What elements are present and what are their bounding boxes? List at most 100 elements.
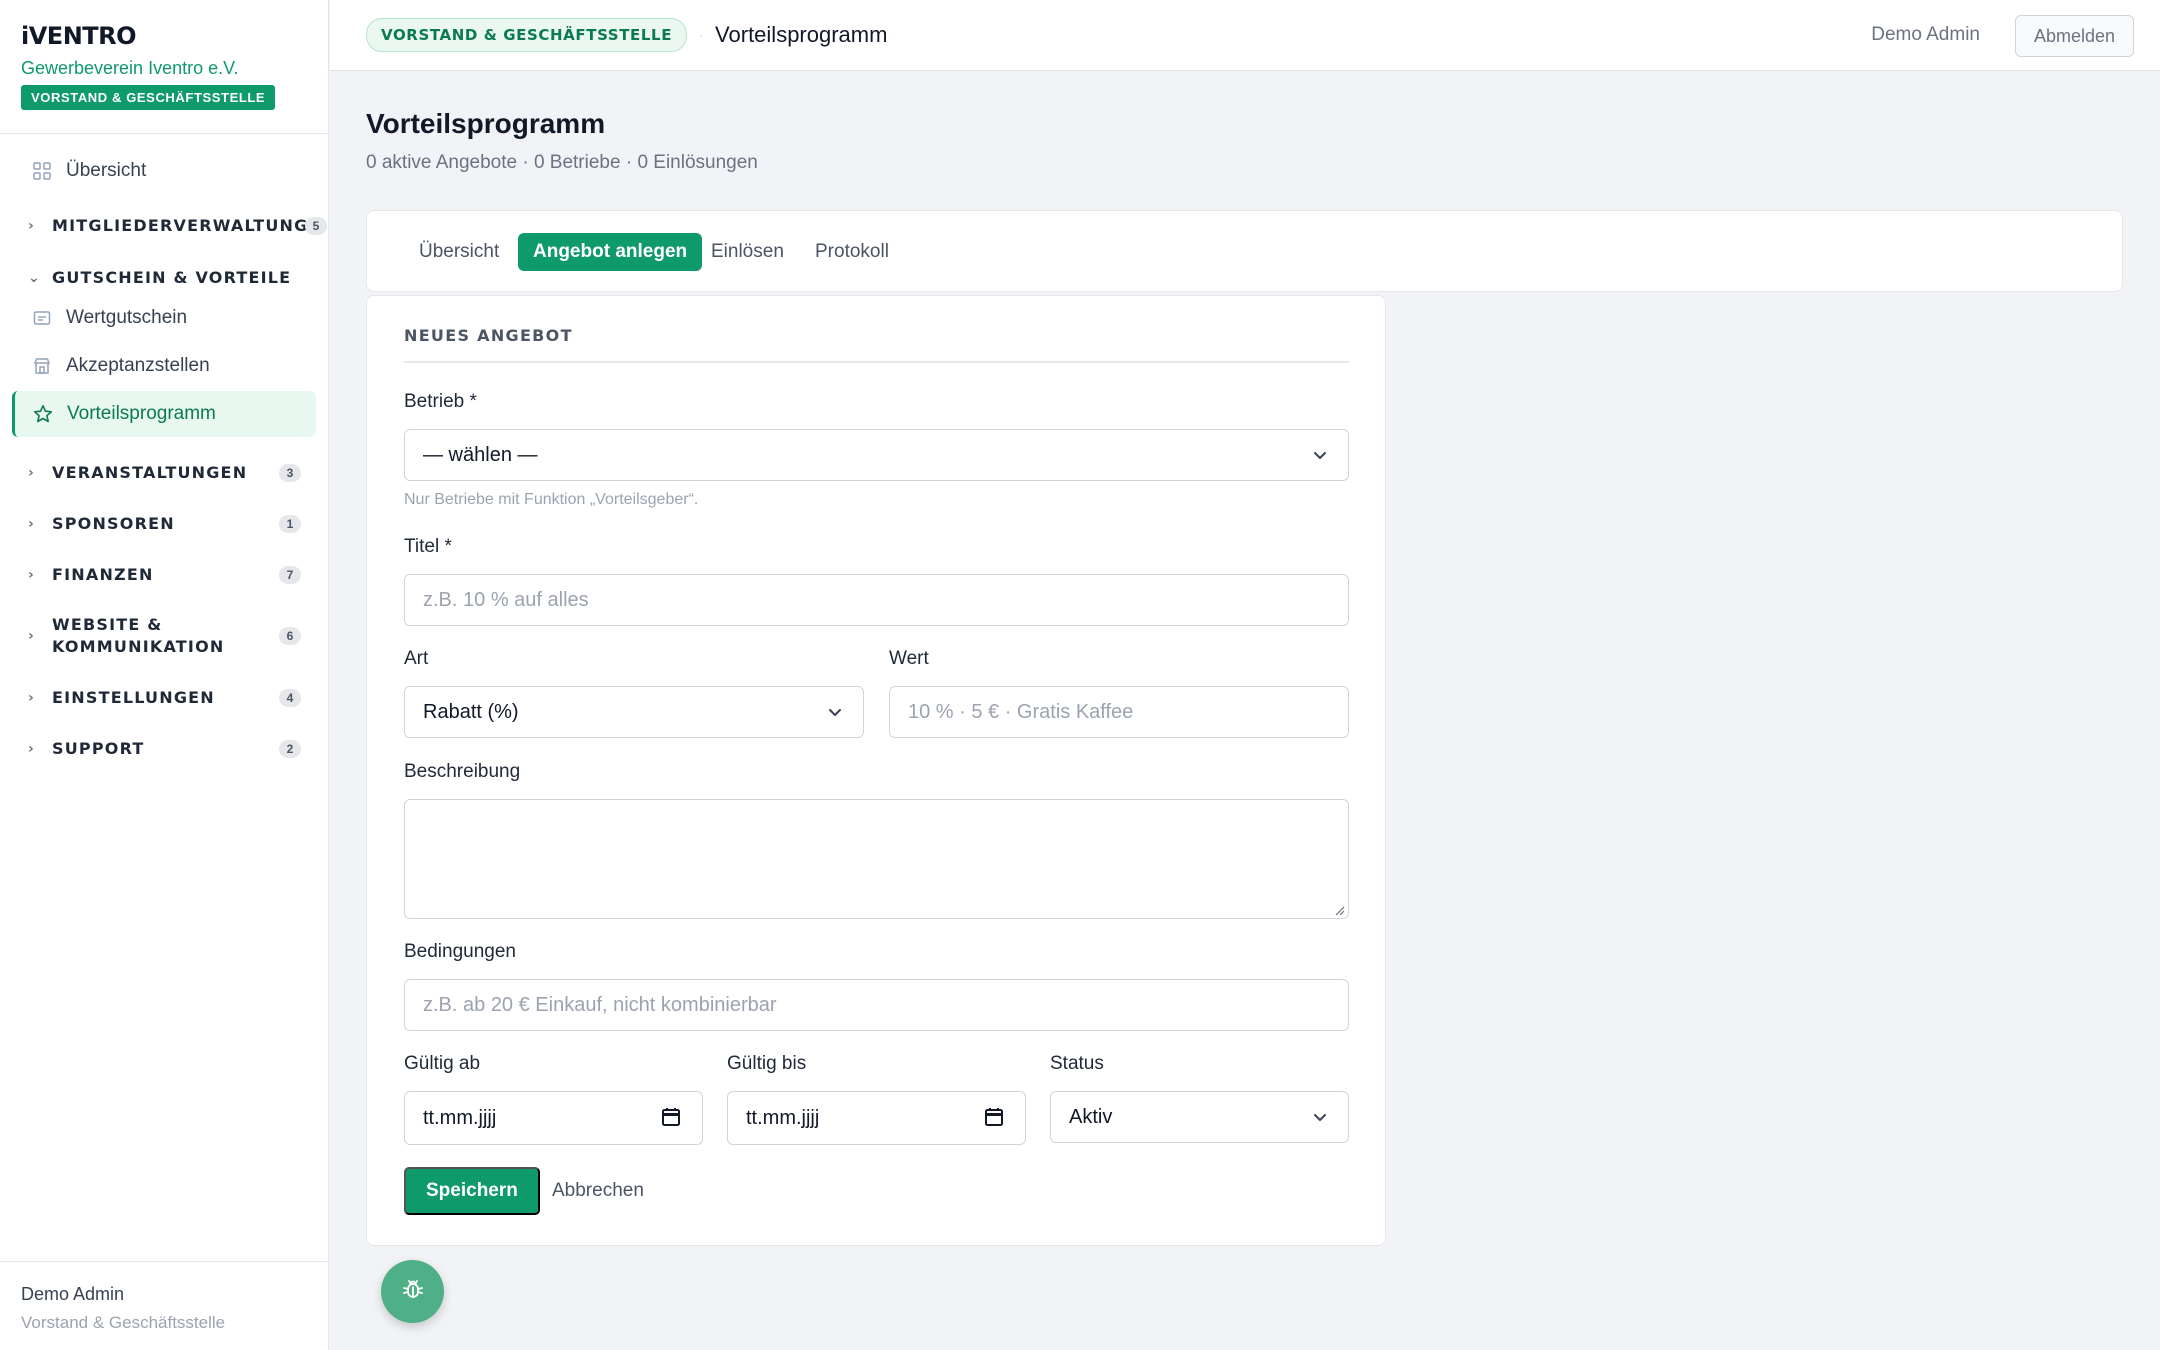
chevron-right-icon: › (28, 741, 35, 757)
current-user-role: Vorstand & Geschäftsstelle (21, 1313, 226, 1332)
section-label-line2: KOMMUNIKATION (52, 637, 225, 656)
section-label: VERANSTALTUNGEN (52, 463, 248, 482)
bedingungen-input[interactable]: z.B. ab 20 € Einkauf, nicht kombinierbar (404, 979, 1349, 1031)
gueltig-ab-value: tt.mm.jjjj (423, 1106, 497, 1129)
page-title: Vorteilsprogramm (366, 108, 606, 139)
section-label: GUTSCHEIN & VORTEILE (52, 268, 292, 287)
section-label: SUPPORT (52, 739, 145, 758)
tab-bar: Übersicht Angebot anlegen Einlösen Proto… (366, 210, 2123, 292)
section-count: 7 (279, 566, 301, 584)
betrieb-label: Betrieb * (404, 391, 477, 412)
breadcrumb-separator: · (699, 28, 704, 42)
app-logo[interactable]: iVENTRO (21, 22, 307, 50)
sidebar-item-wertgutschein[interactable]: Wertgutschein (12, 295, 316, 341)
betrieb-select[interactable]: — wählen — (404, 429, 1349, 481)
sidebar-section-sponsors[interactable]: › SPONSOREN 1 (0, 513, 329, 535)
sidebar-section-vouchers[interactable]: ⌄ GUTSCHEIN & VORTEILE (0, 267, 329, 289)
sidebar-item-vorteilsprogramm[interactable]: Vorteilsprogramm (12, 391, 316, 437)
section-count: 4 (279, 689, 301, 707)
cancel-button[interactable]: Abbrechen (552, 1167, 644, 1215)
chevron-down-icon (1310, 1107, 1330, 1127)
sidebar: iVENTRO Gewerbeverein Iventro e.V. VORST… (0, 0, 329, 1350)
art-select-value: Rabatt (%) (423, 700, 519, 723)
bedingungen-label: Bedingungen (404, 941, 516, 962)
page-subtitle: 0 aktive Angebote · 0 Betriebe · 0 Einlö… (366, 152, 758, 173)
tab-overview[interactable]: Übersicht (404, 233, 514, 271)
betrieb-hint: Nur Betriebe mit Funktion „Vorteilsgeber… (404, 491, 699, 508)
sidebar-section-support[interactable]: › SUPPORT 2 (0, 738, 329, 760)
sidebar-section-members[interactable]: › MITGLIEDERVERWALTUNG 5 (0, 215, 329, 237)
new-offer-form: NEUES ANGEBOT Betrieb * — wählen — Nur B… (366, 295, 1386, 1246)
section-label: WEBSITE & KOMMUNIKATION (52, 614, 224, 658)
art-select[interactable]: Rabatt (%) (404, 686, 864, 738)
breadcrumb-title: Vorteilsprogramm (715, 22, 888, 47)
gueltig-ab-label: Gültig ab (404, 1053, 481, 1074)
beschreibung-textarea[interactable] (404, 799, 1349, 919)
gueltig-bis-value: tt.mm.jjjj (746, 1106, 820, 1129)
logout-button[interactable]: Abmelden (2014, 15, 2134, 57)
section-count: 1 (279, 515, 301, 533)
current-user-name: Demo Admin (21, 1284, 125, 1304)
sidebar-section-website[interactable]: › WEBSITE & KOMMUNIKATION 6 (0, 614, 329, 658)
gueltig-ab-date[interactable]: tt.mm.jjjj (404, 1091, 703, 1145)
sidebar-item-label: Übersicht (66, 160, 147, 181)
ticket-icon (32, 308, 52, 328)
beschreibung-label: Beschreibung (404, 761, 521, 782)
grid-icon (32, 161, 52, 181)
sidebar-item-akzeptanzstellen[interactable]: Akzeptanzstellen (12, 343, 316, 389)
section-label: EINSTELLUNGEN (52, 688, 215, 707)
top-bar: VORSTAND & GESCHÄFTSSTELLE · Vorteilspro… (330, 0, 2160, 71)
resize-handle-icon[interactable] (1333, 903, 1345, 916)
titel-label: Titel * (404, 536, 452, 557)
save-button[interactable]: Speichern (404, 1167, 540, 1215)
sidebar-section-settings[interactable]: › EINSTELLUNGEN 4 (0, 687, 329, 709)
section-label: MITGLIEDERVERWALTUNG (52, 216, 309, 235)
chevron-right-icon: › (28, 516, 35, 532)
wert-input[interactable]: 10 % · 5 € · Gratis Kaffee (889, 686, 1349, 738)
art-label: Art (404, 648, 429, 669)
sidebar-section-events[interactable]: › VERANSTALTUNGEN 3 (0, 462, 329, 484)
gueltig-bis-date[interactable]: tt.mm.jjjj (727, 1091, 1026, 1145)
chevron-right-icon: › (28, 628, 35, 644)
store-icon (32, 356, 52, 376)
chevron-right-icon: › (28, 567, 35, 583)
status-select[interactable]: Aktiv (1050, 1091, 1349, 1143)
star-icon (33, 404, 53, 424)
brand: iVENTRO Gewerbeverein Iventro e.V. VORST… (0, 0, 328, 134)
form-heading: NEUES ANGEBOT (404, 326, 1349, 363)
chevron-right-icon: › (28, 465, 35, 481)
sidebar-item-label: Akzeptanzstellen (66, 355, 210, 376)
section-label-line1: WEBSITE & (52, 615, 163, 634)
betrieb-select-value: — wählen — (423, 443, 538, 466)
chevron-down-icon (825, 702, 845, 722)
bug-icon (400, 1276, 426, 1307)
calendar-icon[interactable] (660, 1106, 682, 1128)
section-count: 2 (279, 740, 301, 758)
titel-input[interactable]: z.B. 10 % auf alles (404, 574, 1349, 626)
chevron-right-icon: › (28, 690, 35, 706)
gueltig-bis-label: Gültig bis (727, 1053, 807, 1074)
bug-report-button[interactable] (381, 1260, 444, 1323)
sidebar-section-finance[interactable]: › FINANZEN 7 (0, 564, 329, 586)
calendar-icon[interactable] (983, 1106, 1005, 1128)
section-label: FINANZEN (52, 565, 154, 584)
section-count: 6 (279, 627, 301, 645)
section-label: SPONSOREN (52, 514, 175, 533)
chevron-right-icon: › (28, 218, 35, 234)
status-select-value: Aktiv (1069, 1105, 1113, 1128)
chevron-down-icon (1310, 445, 1330, 465)
sidebar-item-label: Vorteilsprogramm (67, 403, 216, 424)
section-count: 5 (305, 217, 327, 235)
tab-redeem[interactable]: Einlösen (696, 233, 799, 271)
tab-create-offer[interactable]: Angebot anlegen (518, 233, 703, 271)
sidebar-item-label: Wertgutschein (66, 307, 188, 328)
chevron-down-icon: ⌄ (28, 270, 41, 286)
role-badge: VORSTAND & GESCHÄFTSSTELLE (21, 85, 276, 110)
wert-label: Wert (889, 648, 929, 669)
org-name: Gewerbeverein Iventro e.V. (21, 58, 239, 78)
role-pill: VORSTAND & GESCHÄFTSSTELLE (366, 18, 688, 52)
tab-log[interactable]: Protokoll (800, 233, 904, 271)
sidebar-item-overview[interactable]: Übersicht (12, 148, 316, 194)
sidebar-footer: Demo Admin Vorstand & Geschäftsstelle (0, 1261, 329, 1350)
user-name: Demo Admin (1871, 24, 1980, 45)
